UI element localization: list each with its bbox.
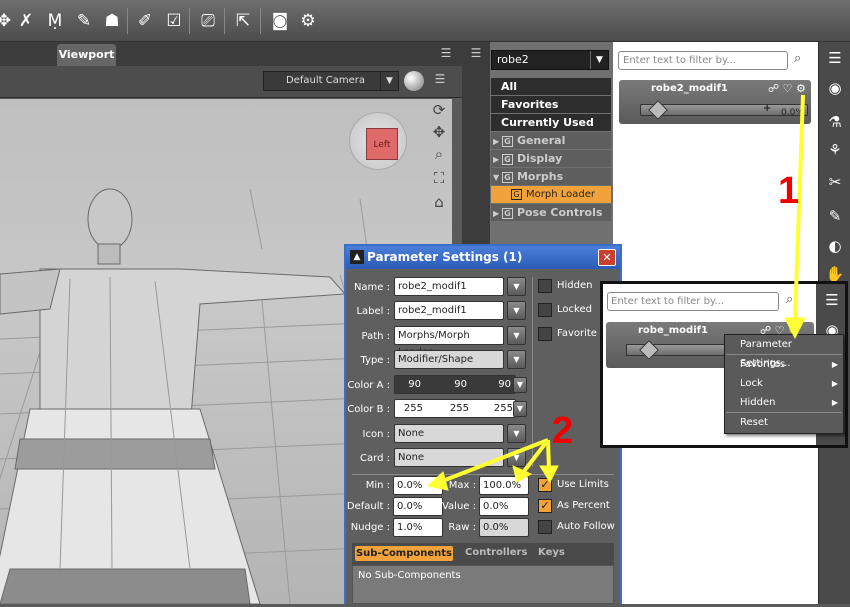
annotation-number: 1 (778, 170, 800, 212)
annotation-number: 2 (552, 410, 574, 452)
annotation-arrows (426, 94, 806, 491)
